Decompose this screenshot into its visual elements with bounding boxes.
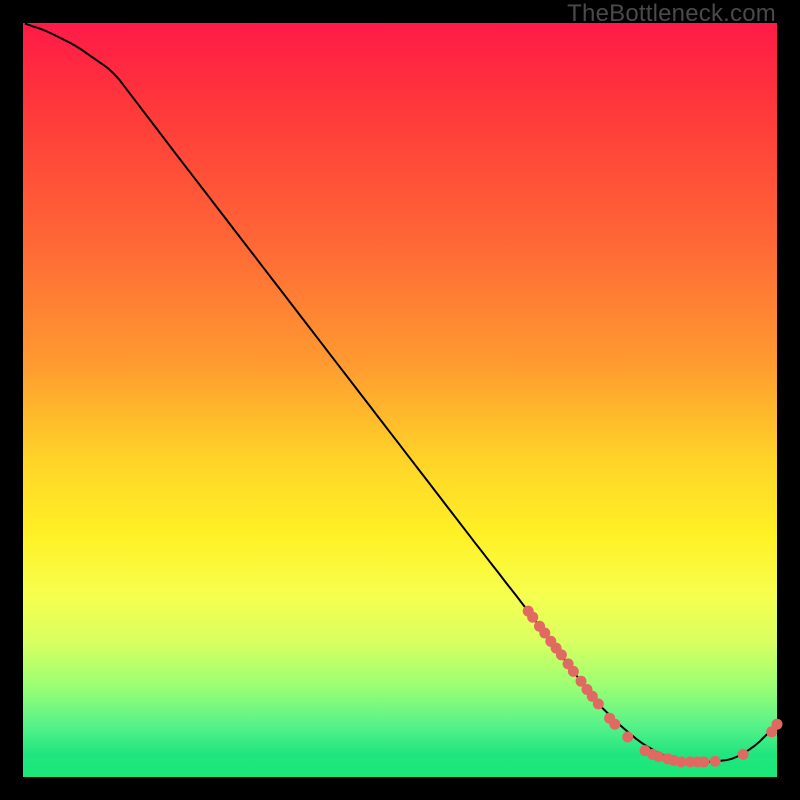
data-point (622, 732, 633, 743)
chart-svg (23, 23, 777, 777)
data-point (738, 749, 749, 760)
data-points (523, 606, 783, 768)
data-point (568, 666, 579, 677)
data-point (527, 612, 538, 623)
data-point (710, 756, 721, 767)
data-point (772, 719, 783, 730)
data-point (609, 719, 620, 730)
data-point (593, 698, 604, 709)
chart-frame (23, 23, 777, 777)
data-point (698, 756, 709, 767)
data-point (556, 649, 567, 660)
watermark-text: TheBottleneck.com (567, 0, 776, 28)
bottleneck-curve (25, 24, 775, 762)
